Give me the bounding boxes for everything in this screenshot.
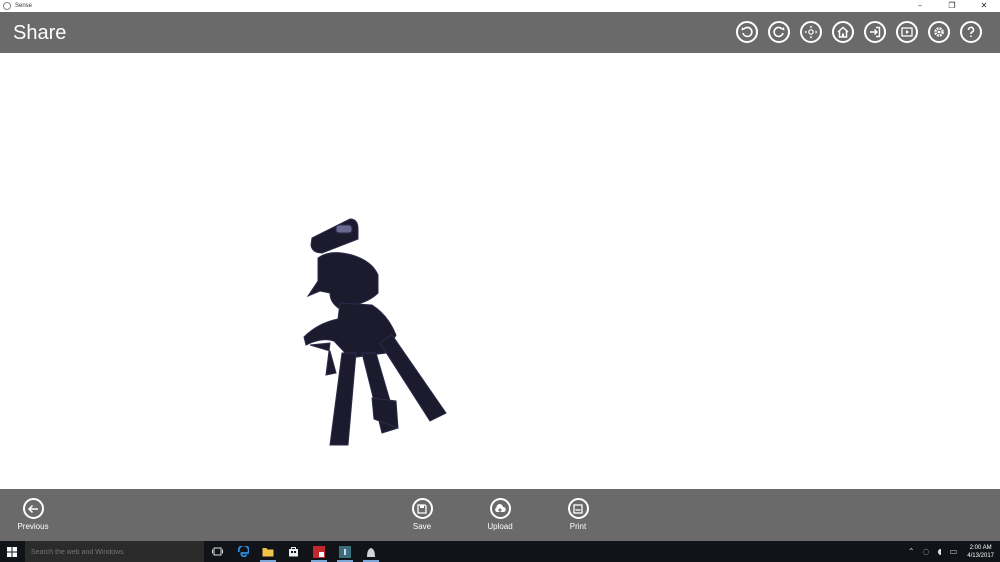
taskbar-search[interactable]	[25, 541, 204, 562]
rotate-right-icon	[773, 26, 785, 38]
system-tray: ⌃ ◌ ◖ ▭ 2:00 AM 4/13/2017	[904, 541, 1000, 562]
pinned-app-teal-button[interactable]	[334, 541, 356, 562]
home-button[interactable]	[832, 21, 854, 43]
bottom-app-bar: Previous Save Upload Print	[0, 489, 1000, 541]
exit-icon	[870, 26, 881, 38]
previous-button[interactable]: Previous	[3, 498, 63, 532]
gear-icon	[934, 27, 944, 37]
home-icon	[837, 26, 849, 38]
undo-rotate-button[interactable]	[736, 21, 758, 43]
pinned-app-red-button[interactable]	[308, 541, 330, 562]
clock-date: 4/13/2017	[967, 552, 994, 559]
top-command-bar: Share	[0, 12, 1000, 53]
windows-logo-icon	[7, 546, 17, 557]
start-button[interactable]	[0, 541, 24, 562]
sense-app-icon	[367, 547, 375, 557]
print-label: Print	[569, 522, 587, 531]
folder-icon	[262, 547, 274, 556]
save-icon	[417, 503, 427, 514]
rotate-left-icon	[741, 26, 753, 38]
move-icon	[804, 25, 818, 39]
edge-browser-button[interactable]	[232, 541, 254, 562]
restore-button[interactable]: ❐	[936, 0, 968, 12]
teal-app-icon	[339, 545, 351, 558]
store-button[interactable]	[282, 541, 304, 562]
app-logo-icon	[3, 2, 11, 10]
red-app-icon	[313, 545, 325, 558]
save-label: Save	[412, 522, 432, 531]
arrow-left-icon	[27, 504, 38, 513]
model-viewport[interactable]	[0, 53, 1000, 489]
previous-circle	[22, 498, 44, 519]
redo-rotate-button[interactable]	[768, 21, 790, 43]
volume-icon[interactable]: ◖	[938, 547, 942, 556]
page-title: Share	[13, 22, 67, 44]
chevron-up-icon[interactable]: ⌃	[908, 547, 915, 556]
clock-time: 2:00 AM	[969, 544, 992, 551]
upload-button[interactable]: Upload	[470, 498, 530, 532]
play-icon	[901, 27, 913, 37]
minimize-button[interactable]: –	[904, 0, 936, 12]
search-input[interactable]	[25, 542, 204, 562]
settings-button[interactable]	[928, 21, 950, 43]
save-button[interactable]: Save	[392, 498, 452, 532]
window-title: Sense	[15, 3, 33, 9]
upload-circle	[489, 498, 511, 519]
help-icon	[967, 26, 975, 38]
clock[interactable]: 2:00 AM 4/13/2017	[967, 544, 994, 560]
print-icon	[573, 503, 583, 514]
network-icon[interactable]: ◌	[923, 547, 930, 556]
close-button[interactable]: ✕	[968, 0, 1000, 12]
save-circle	[411, 498, 433, 519]
print-button[interactable]: Print	[548, 498, 608, 532]
print-circle	[567, 498, 589, 519]
scanned-tripod-model	[303, 218, 447, 446]
edge-icon	[237, 546, 249, 557]
file-explorer-button[interactable]	[257, 541, 279, 562]
task-view-icon	[211, 547, 223, 556]
window-titlebar: Sense – ❐ ✕	[0, 0, 1000, 12]
store-bag-icon	[288, 547, 298, 557]
play-button[interactable]	[896, 21, 918, 43]
previous-label: Previous	[17, 522, 49, 531]
sense-app-button[interactable]	[360, 541, 382, 562]
notification-icon[interactable]: ▭	[950, 547, 958, 556]
upload-label: Upload	[487, 522, 513, 531]
app-window: Sense – ❐ ✕ Share Previous Save Upload P…	[0, 0, 1000, 562]
exit-button[interactable]	[864, 21, 886, 43]
move-button[interactable]	[800, 21, 822, 43]
help-button[interactable]	[960, 21, 982, 43]
window-controls: – ❐ ✕	[904, 0, 1000, 12]
windows-taskbar: ⌃ ◌ ◖ ▭ 2:00 AM 4/13/2017	[0, 541, 1000, 562]
task-view-button[interactable]	[206, 541, 228, 562]
cloud-upload-icon	[495, 503, 506, 513]
toolbar-icons	[736, 21, 982, 43]
